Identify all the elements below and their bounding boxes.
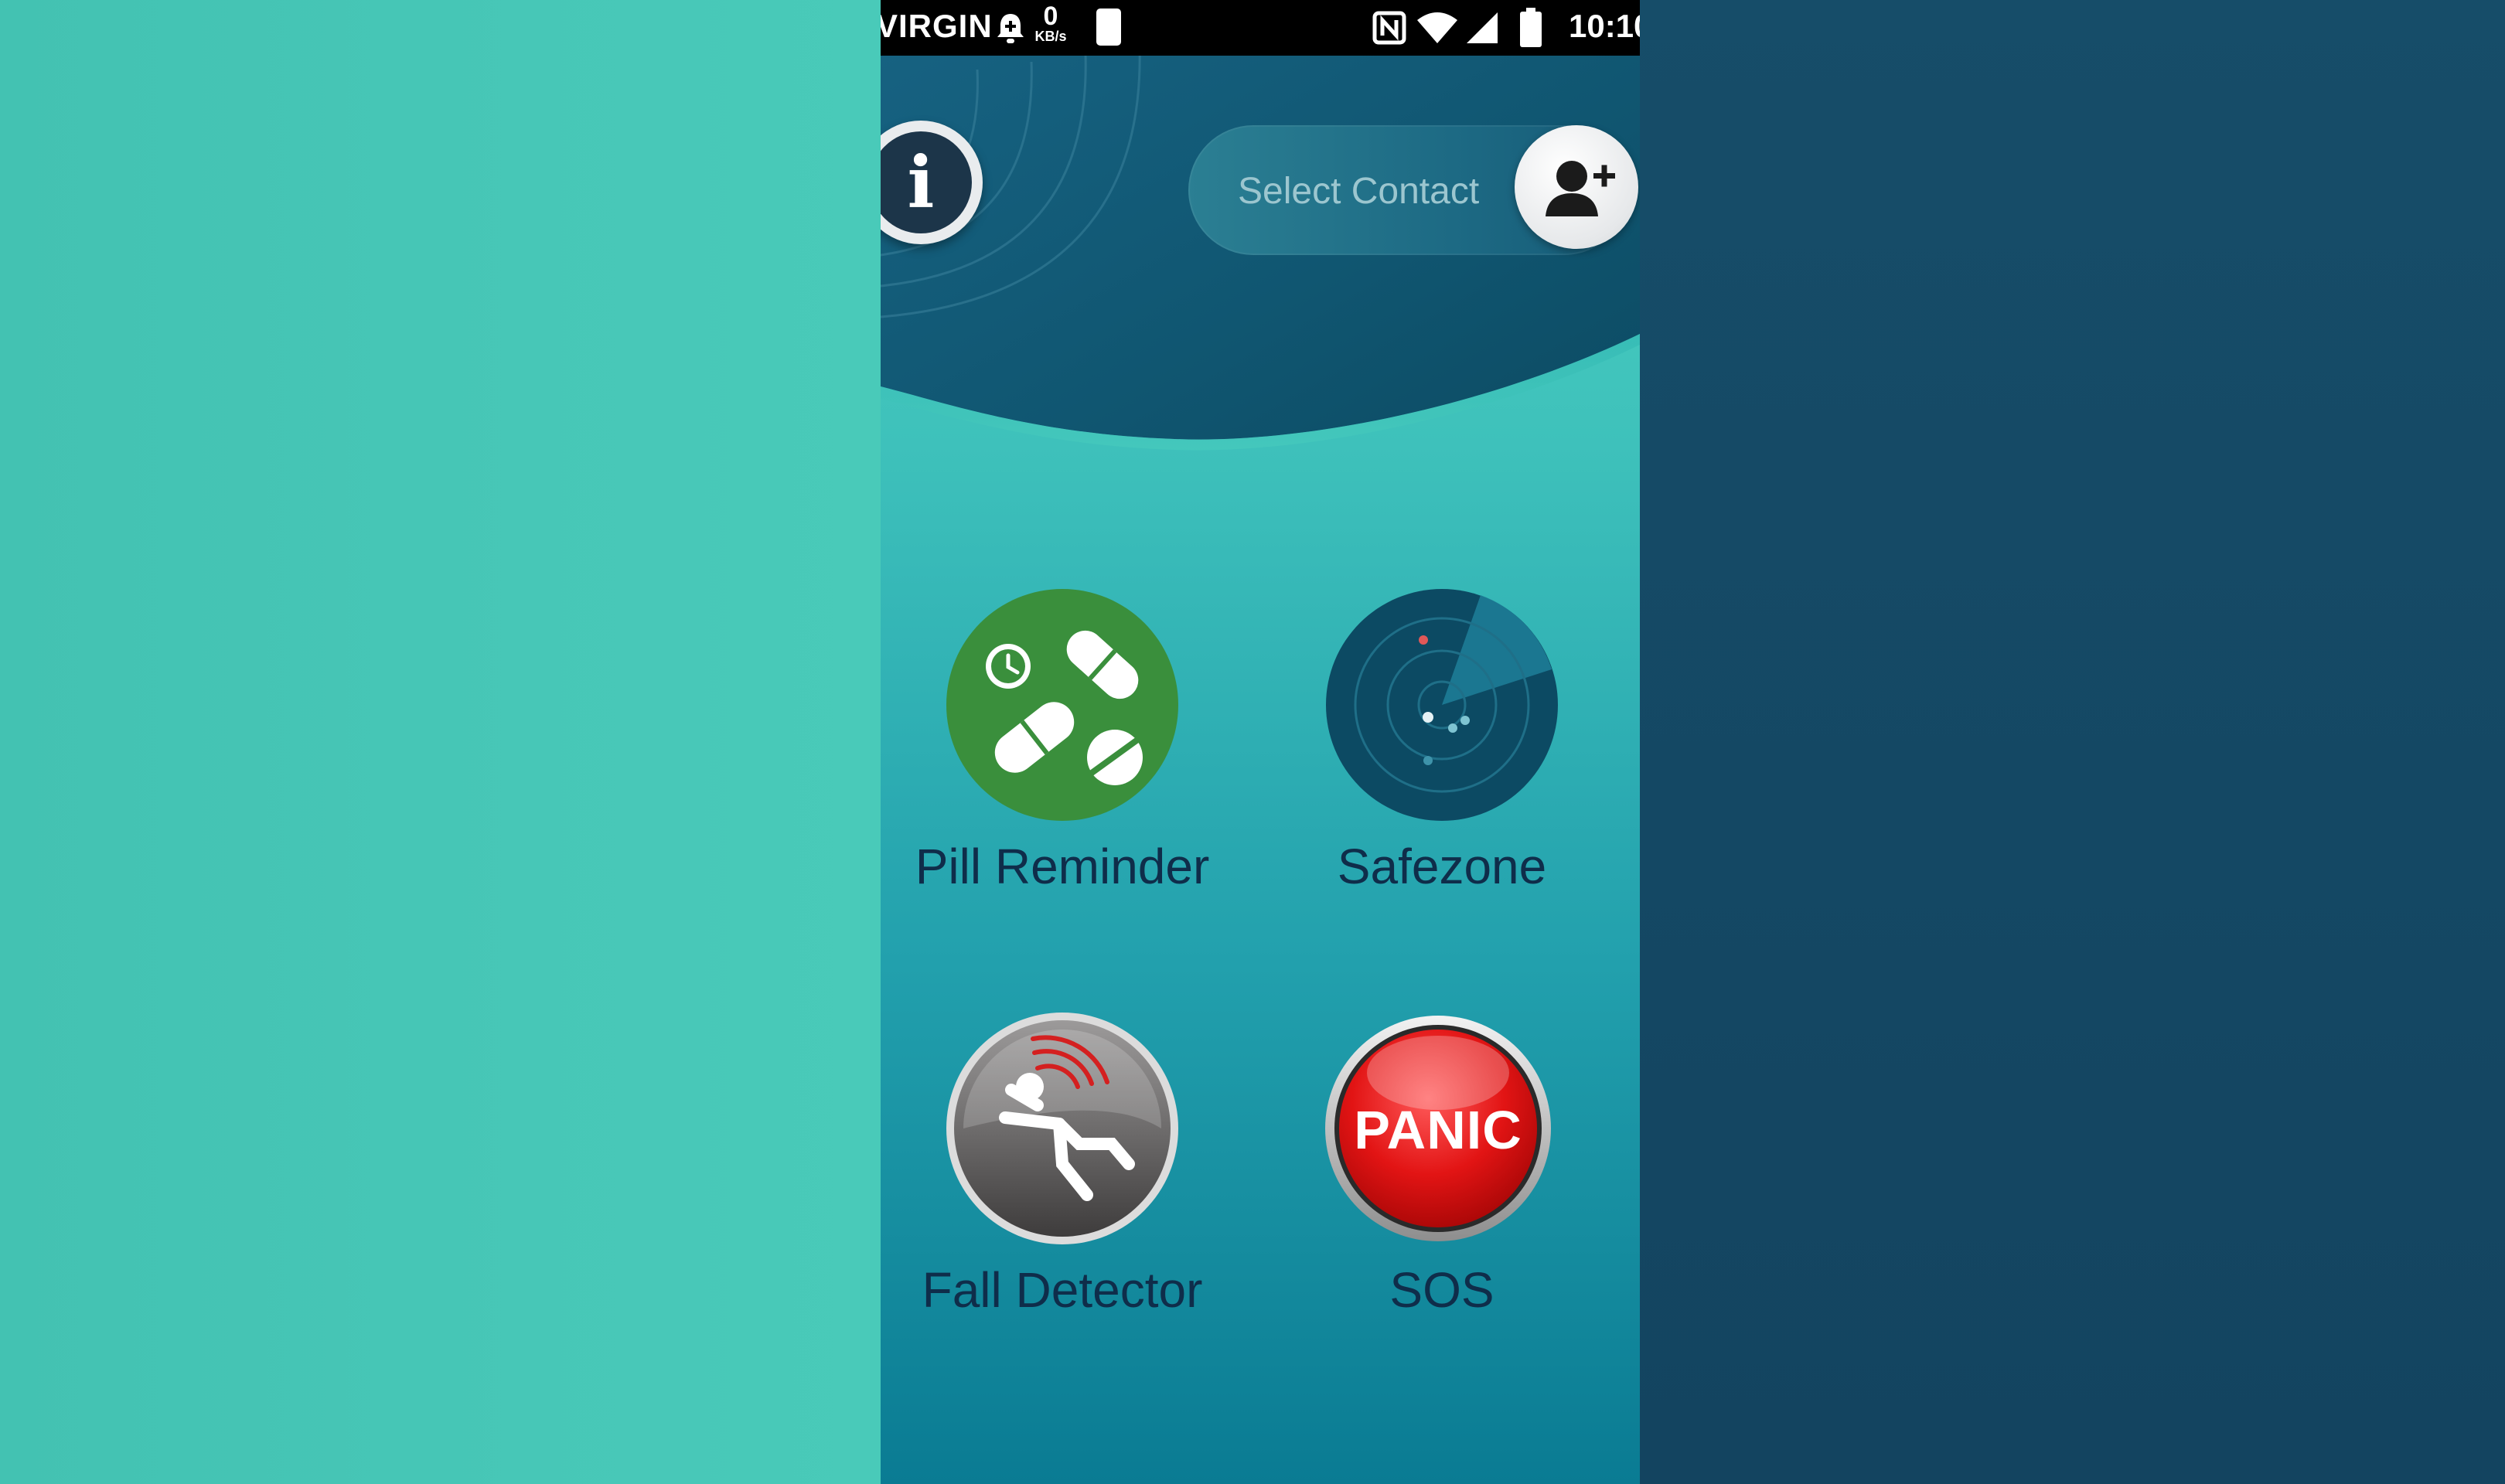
- screen: VIRGIN 0 KB/s 10:1 i Select Contact Pill…: [0, 0, 2505, 1484]
- pill-reminder-label: Pill Reminder: [915, 839, 1210, 894]
- right-background-panel: [1640, 0, 2505, 1484]
- left-background-panel: [0, 0, 881, 1484]
- network-speed: 0 KB/s: [1028, 3, 1074, 43]
- signal-icon: [1467, 12, 1498, 43]
- select-contact-label: Select Contact: [1238, 171, 1480, 212]
- panic-button-icon: PANIC: [1322, 1013, 1554, 1244]
- battery-icon: [1520, 8, 1542, 47]
- nfc-icon: [1372, 11, 1406, 45]
- fall-detector-label: Fall Detector: [922, 1262, 1203, 1318]
- pill-clock-icon: [946, 589, 1178, 821]
- radar-icon: [1326, 589, 1558, 821]
- do-not-disturb-icon: [1096, 9, 1121, 46]
- falling-person-icon: [946, 1013, 1178, 1244]
- safezone-label: Safezone: [1337, 839, 1547, 894]
- info-icon: i: [881, 131, 972, 233]
- status-bar: VIRGIN 0 KB/s 10:1: [881, 0, 1640, 56]
- app-screen: VIRGIN 0 KB/s 10:1 i Select Contact Pill…: [881, 0, 1640, 1484]
- alarm-icon: [997, 14, 1024, 43]
- wifi-icon: [1417, 12, 1457, 43]
- carrier-name: VIRGIN: [881, 8, 993, 44]
- network-speed-unit: KB/s: [1034, 29, 1067, 44]
- network-speed-value: 0: [1043, 2, 1058, 31]
- sos-label: SOS: [1389, 1262, 1494, 1318]
- add-contact-button[interactable]: [1515, 125, 1638, 249]
- panic-button-text: PANIC: [1354, 1100, 1522, 1160]
- clock-time: 10:10: [1569, 8, 1640, 44]
- add-person-icon: [1546, 161, 1615, 216]
